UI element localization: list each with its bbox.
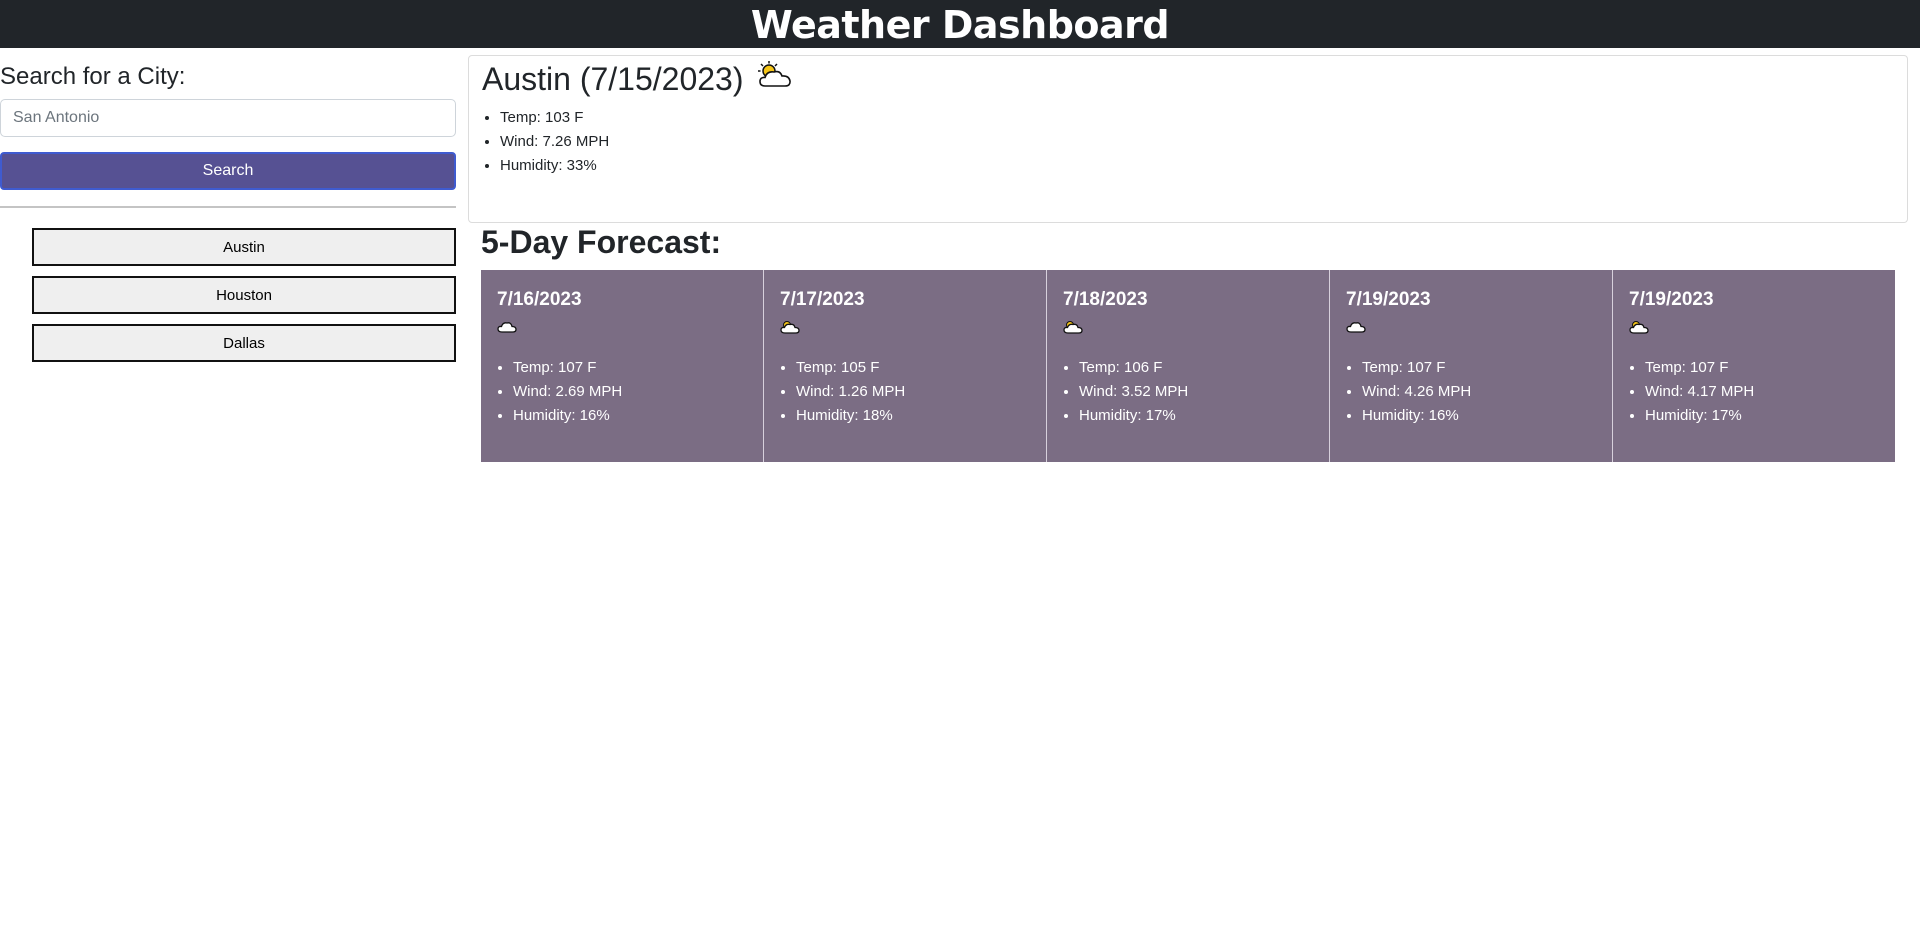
forecast-temp: Temp: 107 F: [1645, 356, 1879, 380]
forecast-list: Temp: 105 F Wind: 1.26 MPH Humidity: 18%: [796, 356, 1030, 428]
forecast-temp: Temp: 105 F: [796, 356, 1030, 380]
search-button[interactable]: Search: [0, 152, 456, 190]
sun-behind-cloud-icon: [756, 59, 794, 99]
forecast-temp: Temp: 107 F: [513, 356, 747, 380]
city-search-input[interactable]: [0, 99, 456, 137]
forecast-list: Temp: 107 F Wind: 4.26 MPH Humidity: 16%: [1362, 356, 1596, 428]
forecast-humidity: Humidity: 17%: [1645, 404, 1879, 428]
history-button-houston[interactable]: Houston: [32, 276, 456, 314]
current-wind: Wind: 7.26 MPH: [500, 130, 1907, 154]
current-weather-list: Temp: 103 F Wind: 7.26 MPH Humidity: 33%: [500, 106, 1907, 178]
page-header: Weather Dashboard: [0, 0, 1920, 48]
forecast-humidity: Humidity: 17%: [1079, 404, 1313, 428]
forecast-humidity: Humidity: 18%: [796, 404, 1030, 428]
forecast-date: 7/16/2023: [497, 289, 582, 310]
forecast-temp: Temp: 106 F: [1079, 356, 1313, 380]
cloud-icon: [497, 320, 747, 338]
page-title: Weather Dashboard: [750, 3, 1170, 47]
forecast-date: 7/19/2023: [1346, 289, 1431, 310]
current-humidity: Humidity: 33%: [500, 154, 1907, 178]
forecast-card: 7/16/2023 Temp: 107 F Wind: 2.69 MPH Hum…: [481, 270, 763, 462]
sun-behind-cloud-icon: [780, 320, 1030, 338]
search-label: Search for a City:: [0, 63, 186, 90]
forecast-card: 7/17/2023 Temp: 105 F Wind: 1.26 MPH Hum…: [763, 270, 1046, 462]
sidebar-divider: [0, 206, 456, 208]
forecast-wind: Wind: 4.26 MPH: [1362, 380, 1596, 404]
current-city-date: Austin (7/15/2023): [482, 61, 744, 97]
sun-behind-cloud-icon: [1063, 320, 1313, 338]
sun-behind-cloud-icon: [1629, 320, 1879, 338]
forecast-humidity: Humidity: 16%: [1362, 404, 1596, 428]
history-button-dallas[interactable]: Dallas: [32, 324, 456, 362]
forecast-wind: Wind: 1.26 MPH: [796, 380, 1030, 404]
forecast-row: 7/16/2023 Temp: 107 F Wind: 2.69 MPH Hum…: [481, 270, 1895, 462]
current-weather-title: Austin (7/15/2023): [482, 59, 1907, 99]
forecast-date: 7/19/2023: [1629, 289, 1714, 310]
forecast-wind: Wind: 3.52 MPH: [1079, 380, 1313, 404]
current-temp: Temp: 103 F: [500, 106, 1907, 130]
forecast-temp: Temp: 107 F: [1362, 356, 1596, 380]
forecast-card: 7/18/2023 Temp: 106 F Wind: 3.52 MPH Hum…: [1046, 270, 1329, 462]
forecast-humidity: Humidity: 16%: [513, 404, 747, 428]
cloud-icon: [1346, 320, 1596, 338]
current-weather-panel: Austin (7/15/2023) Temp: 103 F Wind: 7.2…: [468, 55, 1908, 223]
forecast-date: 7/18/2023: [1063, 289, 1148, 310]
forecast-heading: 5-Day Forecast:: [481, 224, 722, 260]
forecast-wind: Wind: 4.17 MPH: [1645, 380, 1879, 404]
forecast-card: 7/19/2023 Temp: 107 F Wind: 4.26 MPH Hum…: [1329, 270, 1612, 462]
forecast-list: Temp: 107 F Wind: 4.17 MPH Humidity: 17%: [1645, 356, 1879, 428]
history-button-austin[interactable]: Austin: [32, 228, 456, 266]
forecast-wind: Wind: 2.69 MPH: [513, 380, 747, 404]
forecast-date: 7/17/2023: [780, 289, 865, 310]
search-history: Austin Houston Dallas: [32, 228, 456, 372]
forecast-list: Temp: 106 F Wind: 3.52 MPH Humidity: 17%: [1079, 356, 1313, 428]
forecast-list: Temp: 107 F Wind: 2.69 MPH Humidity: 16%: [513, 356, 747, 428]
forecast-card: 7/19/2023 Temp: 107 F Wind: 4.17 MPH Hum…: [1612, 270, 1895, 462]
